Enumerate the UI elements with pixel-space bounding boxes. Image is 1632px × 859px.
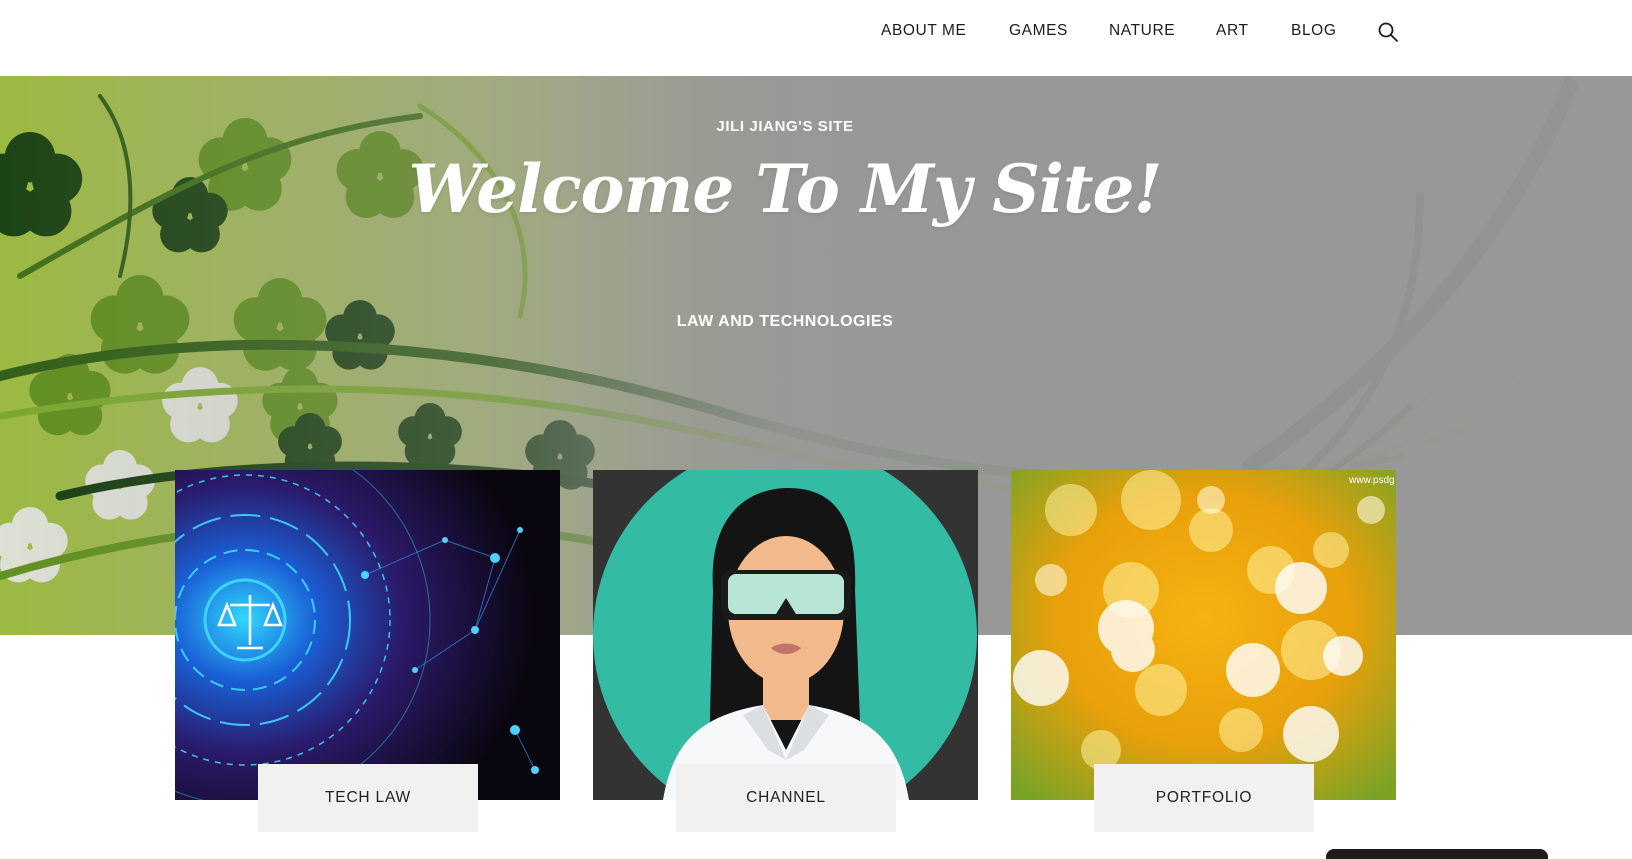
nav-about-me[interactable]: ABOUT ME: [881, 22, 966, 40]
nav-nature[interactable]: NATURE: [1109, 22, 1175, 40]
search-icon[interactable]: [1376, 20, 1400, 44]
hero-headline: Welcome To My Site!: [408, 150, 1163, 228]
portfolio-card-image[interactable]: www.psdg: [1011, 470, 1396, 800]
bokeh-image: www.psdg: [1011, 470, 1396, 800]
portfolio-button[interactable]: PORTFOLIO: [1094, 764, 1314, 832]
avatar-illustration: [593, 470, 978, 800]
nav-blog[interactable]: BLOG: [1291, 22, 1336, 40]
nav-games[interactable]: GAMES: [1009, 22, 1068, 40]
hero-tagline: LAW AND TECHNOLOGIES: [676, 313, 894, 330]
tech-law-button[interactable]: TECH LAW: [258, 764, 478, 832]
tech-law-card-image[interactable]: [175, 470, 560, 800]
channel-card-image[interactable]: [593, 470, 978, 800]
cyber-justice-image: [175, 470, 560, 800]
chat-widget-bar[interactable]: [1326, 849, 1548, 859]
channel-button[interactable]: CHANNEL: [676, 764, 896, 832]
site-name[interactable]: JILI JIANG'S SITE: [0, 118, 1570, 135]
top-navigation: ABOUT ME GAMES NATURE ART BLOG: [0, 0, 1632, 76]
nav-art[interactable]: ART: [1216, 22, 1249, 40]
watermark-text: www.psdg: [1348, 475, 1395, 486]
